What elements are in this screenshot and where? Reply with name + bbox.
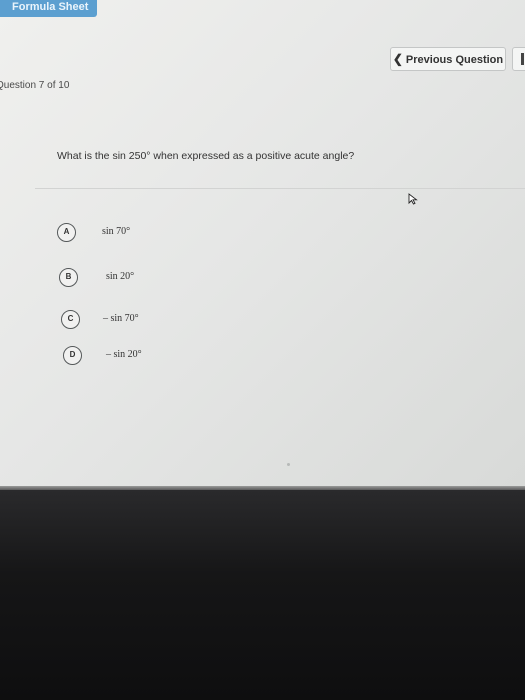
divider <box>35 188 525 189</box>
question-text: What is the sin 250° when expressed as a… <box>57 150 355 162</box>
previous-question-button[interactable]: ❮ Previous Question <box>390 47 506 71</box>
previous-question-label: Previous Question <box>405 54 504 66</box>
option-letter-a[interactable]: A <box>57 223 76 242</box>
mouse-pointer-icon <box>408 193 418 205</box>
monitor-bezel <box>0 490 525 700</box>
question-counter: Question 7 of 10 <box>0 80 70 91</box>
next-question-button[interactable] <box>512 47 525 71</box>
option-label-a[interactable]: sin 70° <box>102 226 130 237</box>
option-letter-b[interactable]: B <box>59 268 78 287</box>
screen-speck <box>287 463 290 466</box>
quiz-screen: Formula Sheet ❮ Previous Question Questio… <box>0 0 525 490</box>
option-label-c[interactable]: – sin 70° <box>103 313 139 324</box>
option-label-d[interactable]: – sin 20° <box>106 349 142 360</box>
chevron-left-icon: ❮ <box>392 52 403 66</box>
option-letter-c[interactable]: C <box>61 310 80 329</box>
formula-sheet-button[interactable]: Formula Sheet <box>0 0 97 17</box>
option-letter-d[interactable]: D <box>63 346 82 365</box>
option-label-b[interactable]: sin 20° <box>106 271 134 282</box>
next-button-glyph <box>521 53 524 65</box>
